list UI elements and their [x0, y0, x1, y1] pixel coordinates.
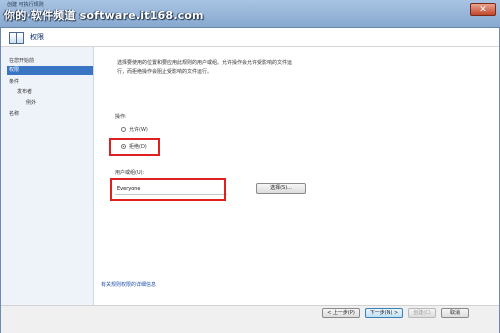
nav-item-exceptions[interactable]: 例外 [26, 99, 36, 108]
nav-item-publisher[interactable]: 发布者 [17, 88, 32, 97]
radio-unchecked-icon [121, 127, 126, 132]
allow-radio[interactable]: 允许(W) [121, 126, 148, 134]
action-label: 操作: [115, 114, 127, 120]
nav-item-name[interactable]: 名称 [9, 110, 19, 119]
cancel-button[interactable]: 取消 [441, 308, 469, 318]
site-watermark: 你的·软件频道 software.it168.com [4, 9, 204, 22]
next-button[interactable]: 下一步(N) > [365, 308, 403, 318]
highlight-box-user-group [110, 178, 226, 201]
wizard-header: 权限 [1, 28, 499, 46]
radio-checked-icon [121, 144, 126, 149]
page-title: 权限 [30, 33, 44, 41]
description-text: 选择要使用的位置和要应用此规则的用户或组。允许操作会允许受影响的文件运 行，而拒… [117, 59, 367, 77]
close-button[interactable]: ✕ [470, 3, 496, 16]
select-button[interactable]: 选择(S)... [256, 183, 306, 194]
description-line: 选择要使用的位置和要应用此规则的用户或组。允许操作会允许受影响的文件运 [117, 60, 293, 66]
nav-item-conditions[interactable]: 条件 [9, 78, 19, 87]
main-panel: 选择要使用的位置和要应用此规则的用户或组。允许操作会允许受影响的文件运 行，而拒… [95, 47, 499, 305]
create-button[interactable]: 创建(C) [408, 308, 436, 318]
wizard-footer: < 上一步(P) 下一步(N) > 创建(C) 取消 [1, 305, 499, 333]
wizard-nav: 在您开始前 权限 条件 发布者 例外 名称 [1, 47, 94, 305]
deny-radio[interactable]: 拒绝(D) [121, 143, 147, 151]
help-link[interactable]: 有关规则权限的详细信息 [101, 281, 156, 288]
back-button[interactable]: < 上一步(P) [322, 308, 360, 318]
description-line: 行，而拒绝操作会阻止受影响的文件运行。 [117, 69, 213, 75]
wizard-content: 在您开始前 权限 条件 发布者 例外 名称 选择要使用的位置和要应用此规则的用户… [1, 47, 499, 305]
deny-radio-label: 拒绝(D) [129, 144, 147, 150]
book-icon [9, 32, 24, 44]
user-group-label: 用户或组(U): [115, 170, 145, 176]
title-bar: 创建 可执行规则 你的·软件频道 software.it168.com ✕ [0, 0, 500, 28]
allow-radio-label: 允许(W) [129, 127, 148, 133]
nav-item-permissions[interactable]: 权限 [7, 66, 93, 75]
nav-item-before-you-begin[interactable]: 在您开始前 [9, 57, 34, 66]
